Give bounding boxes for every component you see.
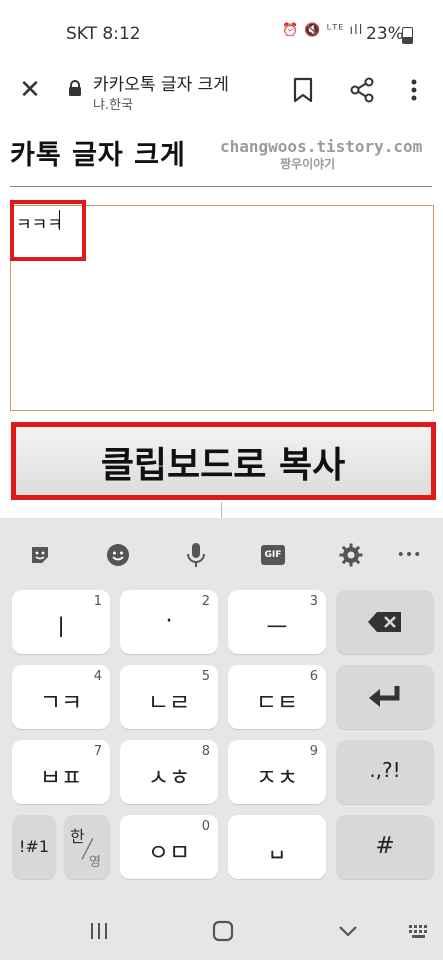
gif-label: GIF: [261, 545, 285, 565]
key-s-h[interactable]: 8 ㅅㅎ: [120, 740, 218, 804]
key-number: 1: [93, 594, 102, 609]
key-label: ㅈㅊ: [255, 765, 299, 791]
enter-icon: [369, 686, 400, 707]
share-icon[interactable]: [348, 76, 376, 104]
battery-percent: 23%: [366, 24, 404, 44]
key-number: 8: [201, 744, 210, 759]
close-icon[interactable]: ✕: [14, 74, 46, 106]
more-vert-icon[interactable]: [404, 76, 424, 104]
more-horiz-icon[interactable]: •••: [394, 540, 424, 570]
home-icon[interactable]: [212, 920, 234, 942]
back-chevron-icon[interactable]: [338, 924, 358, 938]
highlight-box-text: [10, 200, 86, 261]
key-label: ㅇㅁ: [147, 840, 191, 866]
backspace-icon: [368, 612, 401, 632]
url-host[interactable]: 냐.한국: [93, 94, 133, 113]
sticker-icon[interactable]: [25, 540, 55, 570]
key-number: 2: [201, 594, 210, 609]
symbols-key[interactable]: !#1: [12, 815, 56, 879]
emoji-icon[interactable]: [103, 540, 133, 570]
key-b-p[interactable]: 7 ㅂㅍ: [12, 740, 110, 804]
enter-key[interactable]: [336, 665, 434, 729]
battery-fill: [403, 37, 412, 43]
status-time: SKT 8:12: [66, 24, 141, 44]
key-number: 6: [309, 669, 318, 684]
key-label: ㄴㄹ: [147, 690, 191, 716]
settings-icon[interactable]: [336, 540, 366, 570]
key-label: #: [375, 833, 395, 859]
highlight-box-button: [11, 422, 436, 500]
punctuation-key[interactable]: .,?!: [336, 740, 434, 804]
status-icons: ⏰ 🔇 ᴸᵀᴱ ıll: [282, 23, 364, 38]
key-label: ·: [165, 608, 173, 634]
key-label: ㅂㅍ: [39, 765, 83, 791]
lang-english: 영: [89, 855, 101, 870]
bookmark-icon[interactable]: [290, 76, 316, 104]
key-label: ㄷㅌ: [255, 690, 299, 716]
key-d-t[interactable]: 6 ㄷㅌ: [228, 665, 326, 729]
key-n-r[interactable]: 5 ㄴㄹ: [120, 665, 218, 729]
page-title: 카톡 글자 크게: [10, 140, 186, 171]
key-o-m[interactable]: 0 ㅇㅁ: [120, 815, 218, 879]
gif-icon[interactable]: GIF: [258, 540, 288, 570]
mic-icon[interactable]: [181, 540, 211, 570]
backspace-key[interactable]: [336, 590, 434, 654]
lock-icon: [69, 80, 81, 96]
space-key[interactable]: ␣: [228, 815, 326, 879]
key-label: ㄱㅋ: [39, 690, 83, 716]
key-eu[interactable]: 3ㅡ: [228, 590, 326, 654]
page-tab-title[interactable]: 카카오톡 글자 크게: [93, 70, 229, 95]
key-number: 4: [93, 669, 102, 684]
key-number: 5: [201, 669, 210, 684]
key-label: !#1: [19, 837, 49, 856]
key-g-k[interactable]: 4 ㄱㅋ: [12, 665, 110, 729]
key-label: ㅡ: [266, 615, 288, 641]
key-number: 7: [93, 744, 102, 759]
recents-icon[interactable]: [89, 921, 109, 941]
key-label: ㅅㅎ: [147, 765, 191, 791]
key-label: ㅣ: [50, 615, 72, 641]
language-key[interactable]: 한 ╱ 영: [64, 815, 110, 879]
key-label: ␣: [269, 833, 285, 859]
key-label: .,?!: [369, 758, 401, 782]
key-number: 3: [309, 594, 318, 609]
hash-key[interactable]: #: [336, 815, 434, 879]
key-number: 9: [309, 744, 318, 759]
key-i[interactable]: 1ㅣ: [12, 590, 110, 654]
key-j-ch[interactable]: 9 ㅈㅊ: [228, 740, 326, 804]
divider: [10, 186, 432, 187]
key-number: 0: [201, 819, 210, 834]
watermark-name: 짱우이야기: [280, 157, 336, 171]
key-dot[interactable]: 2 ·: [120, 590, 218, 654]
keyboard-hide-icon[interactable]: [408, 924, 430, 940]
keyboard: [0, 518, 443, 960]
watermark-url: changwoos.tistory.com: [220, 137, 423, 156]
